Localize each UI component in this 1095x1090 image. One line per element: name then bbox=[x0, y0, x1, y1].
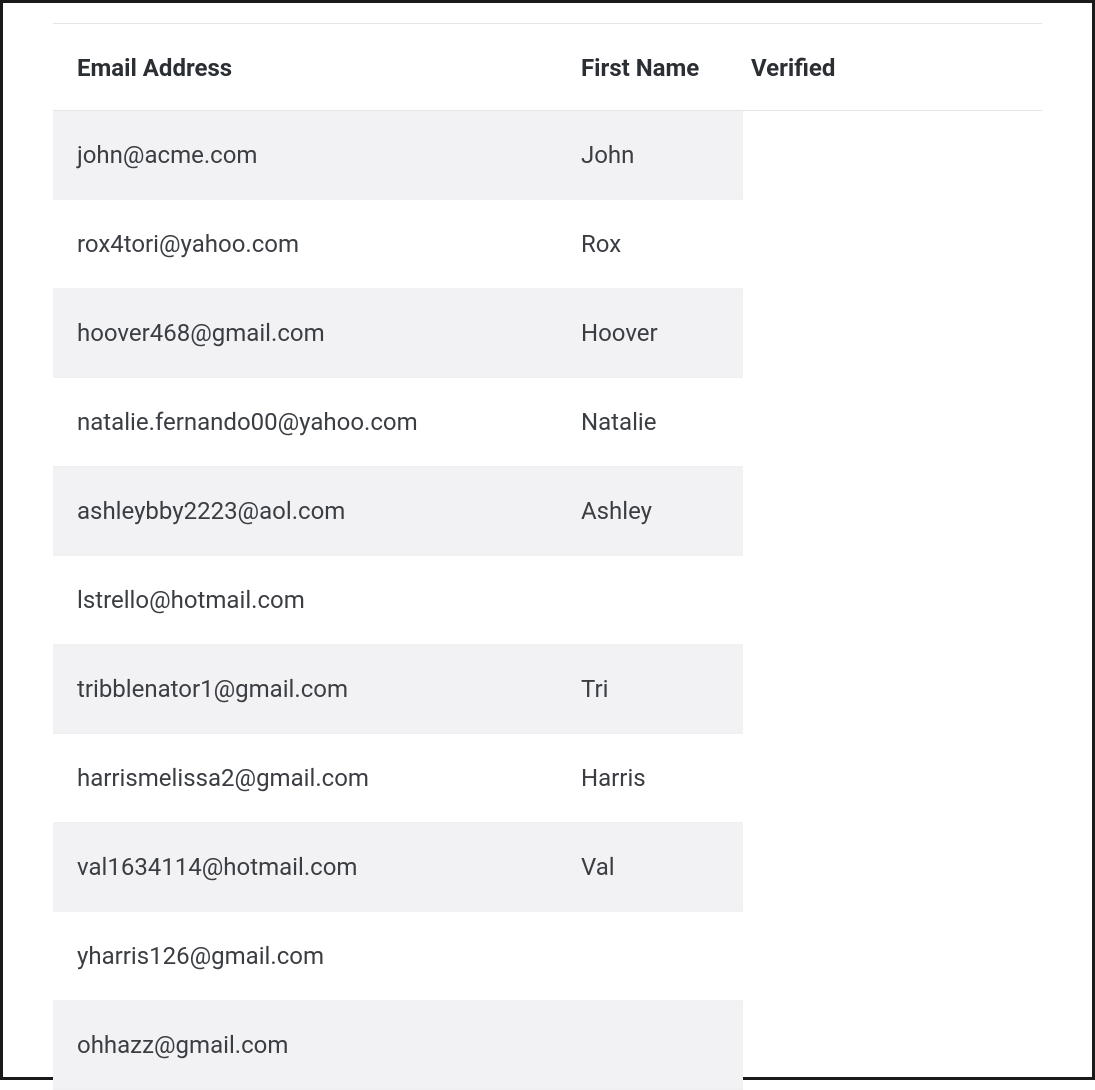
table-row[interactable]: hoover468@gmail.com Hoover bbox=[53, 289, 743, 378]
table-row[interactable]: ohhazz@gmail.com bbox=[53, 1001, 743, 1090]
cell-firstname: Hoover bbox=[581, 319, 719, 347]
cell-firstname: Rox bbox=[581, 230, 719, 258]
table-row[interactable]: tribblenator1@gmail.com Tri bbox=[53, 645, 743, 734]
table-row[interactable]: rox4tori@yahoo.com Rox bbox=[53, 200, 743, 289]
cell-email: hoover468@gmail.com bbox=[77, 319, 581, 347]
cell-firstname: Val bbox=[581, 853, 719, 881]
table-header-row: Email Address First Name Verified bbox=[53, 23, 1042, 111]
table-row[interactable]: john@acme.com John bbox=[53, 111, 743, 200]
table-row[interactable]: ashleybby2223@aol.com Ashley bbox=[53, 467, 743, 556]
table-row[interactable]: yharris126@gmail.com bbox=[53, 912, 743, 1001]
cell-firstname: John bbox=[581, 141, 719, 169]
cell-email: harrismelissa2@gmail.com bbox=[77, 764, 581, 792]
cell-email: john@acme.com bbox=[77, 141, 581, 169]
cell-email: ohhazz@gmail.com bbox=[77, 1031, 581, 1059]
table-body: john@acme.com John rox4tori@yahoo.com Ro… bbox=[53, 111, 743, 1090]
cell-email: yharris126@gmail.com bbox=[77, 942, 581, 970]
cell-firstname: Natalie bbox=[581, 408, 719, 436]
cell-firstname: Harris bbox=[581, 764, 719, 792]
table-row[interactable]: lstrello@hotmail.com bbox=[53, 556, 743, 645]
cell-email: val1634114@hotmail.com bbox=[77, 853, 581, 881]
cell-email: ashleybby2223@aol.com bbox=[77, 497, 581, 525]
cell-firstname: Ashley bbox=[581, 497, 719, 525]
cell-email: natalie.fernando00@yahoo.com bbox=[77, 408, 581, 436]
column-header-email[interactable]: Email Address bbox=[77, 54, 581, 82]
table-row[interactable]: harrismelissa2@gmail.com Harris bbox=[53, 734, 743, 823]
table-row[interactable]: val1634114@hotmail.com Val bbox=[53, 823, 743, 912]
column-header-firstname[interactable]: First Name bbox=[581, 54, 751, 82]
contacts-table: Email Address First Name Verified john@a… bbox=[53, 23, 1042, 1090]
column-header-verified[interactable]: Verified bbox=[751, 54, 835, 82]
table-row[interactable]: natalie.fernando00@yahoo.com Natalie bbox=[53, 378, 743, 467]
cell-firstname: Tri bbox=[581, 675, 719, 703]
cell-email: tribblenator1@gmail.com bbox=[77, 675, 581, 703]
cell-email: lstrello@hotmail.com bbox=[77, 586, 581, 614]
cell-email: rox4tori@yahoo.com bbox=[77, 230, 581, 258]
